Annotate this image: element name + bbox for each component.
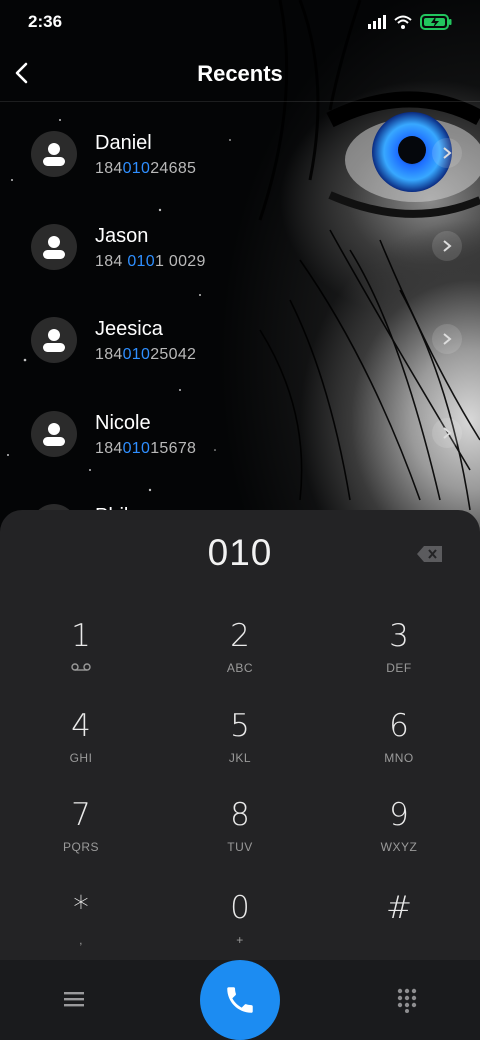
person-icon [43, 236, 65, 259]
avatar [31, 224, 77, 270]
key-5[interactable]: 5 JKL [180, 708, 300, 788]
key-letters: JKL [228, 751, 252, 765]
battery-charging-icon [420, 14, 452, 30]
avatar [31, 131, 77, 177]
contact-number: 184 0101 0029 [95, 253, 206, 270]
key-digit: 8 [230, 797, 250, 833]
key-digit: # [386, 890, 412, 926]
key-0[interactable]: 0 + [180, 890, 300, 970]
key-letters: ABC [226, 661, 254, 675]
person-icon [43, 143, 65, 166]
key-8[interactable]: 8 TUV [180, 797, 300, 877]
key-digit: 2 [230, 618, 250, 654]
menu-button[interactable] [63, 989, 85, 1009]
key-2[interactable]: 2 ABC [180, 618, 300, 698]
contact-details-button[interactable] [432, 138, 462, 168]
key-digit: * [73, 890, 89, 926]
key-letters: TUV [227, 840, 253, 854]
chevron-right-icon [443, 427, 452, 439]
bottom-bar [0, 960, 480, 1040]
key-hash[interactable]: # [339, 890, 459, 970]
avatar [31, 411, 77, 457]
contact-details-button[interactable] [432, 231, 462, 261]
chevron-right-icon [443, 240, 452, 252]
signal-icon [368, 15, 386, 29]
backspace-icon [417, 546, 442, 562]
key-3[interactable]: 3 DEF [339, 618, 459, 698]
key-letters: WXYZ [380, 840, 418, 854]
key-9[interactable]: 9 WXYZ [339, 797, 459, 877]
key-letters: PQRS [62, 840, 99, 854]
key-digit: 5 [230, 708, 250, 744]
key-digit: 1 [71, 618, 91, 654]
phone-icon [227, 987, 253, 1013]
person-icon [43, 423, 65, 446]
call-button[interactable] [200, 960, 280, 1040]
key-letters: + [236, 933, 244, 947]
key-letters: DEF [386, 661, 412, 675]
wifi-icon [394, 15, 412, 29]
contact-number: 18401024685 [95, 160, 197, 177]
key-1[interactable]: 1 [21, 618, 141, 698]
key-letters: MNO [384, 751, 414, 765]
contact-details-button[interactable] [432, 324, 462, 354]
key-4[interactable]: 4 GHI [21, 708, 141, 788]
contact-name: Jeesica [95, 318, 163, 340]
app-header: Recents [0, 46, 480, 102]
key-digit: 0 [230, 890, 250, 926]
chevron-right-icon [443, 333, 452, 345]
chevron-left-icon [15, 62, 28, 84]
back-button[interactable] [14, 58, 38, 88]
contact-number: 18401015678 [95, 440, 197, 457]
key-digit: 6 [389, 708, 409, 744]
contact-name: Jason [95, 225, 149, 247]
contact-name: Daniel [95, 132, 152, 154]
dialer-panel: 010 1 2 ABC 3 DEF 4 GHI 5 JKL 6 MNO 7 PQ… [0, 510, 480, 960]
key-digit: 3 [389, 618, 409, 654]
key-letters: , [79, 933, 83, 947]
status-bar: 2:36 [0, 0, 480, 44]
recent-item-jeesica[interactable]: Jeesica 18401025042 [0, 300, 480, 380]
key-7[interactable]: 7 PQRS [21, 797, 141, 877]
key-6[interactable]: 6 MNO [339, 708, 459, 788]
key-digit: 7 [71, 797, 91, 833]
contact-number: 18401025042 [95, 346, 197, 363]
key-star[interactable]: * , [21, 890, 141, 970]
status-time: 2:36 [28, 12, 63, 31]
key-letters: GHI [69, 751, 93, 765]
avatar [31, 317, 77, 363]
key-digit: 9 [389, 797, 409, 833]
dial-input[interactable]: 010 [0, 532, 480, 574]
status-icons [368, 14, 452, 30]
recent-item-nicole[interactable]: Nicole 18401015678 [0, 394, 480, 474]
delete-button[interactable] [416, 544, 444, 564]
dialpad-icon [397, 988, 417, 1013]
recent-item-jason[interactable]: Jason 184 0101 0029 [0, 207, 480, 287]
contact-details-button[interactable] [432, 418, 462, 448]
voicemail-icon [71, 663, 91, 671]
person-icon [43, 329, 65, 352]
chevron-right-icon [443, 147, 452, 159]
key-digit: 4 [71, 708, 91, 744]
menu-icon [64, 992, 84, 1007]
dialpad-toggle-button[interactable] [396, 987, 418, 1013]
page-title: Recents [197, 60, 283, 86]
contact-name: Nicole [95, 412, 151, 434]
recent-item-daniel[interactable]: Daniel 18401024685 [0, 114, 480, 194]
